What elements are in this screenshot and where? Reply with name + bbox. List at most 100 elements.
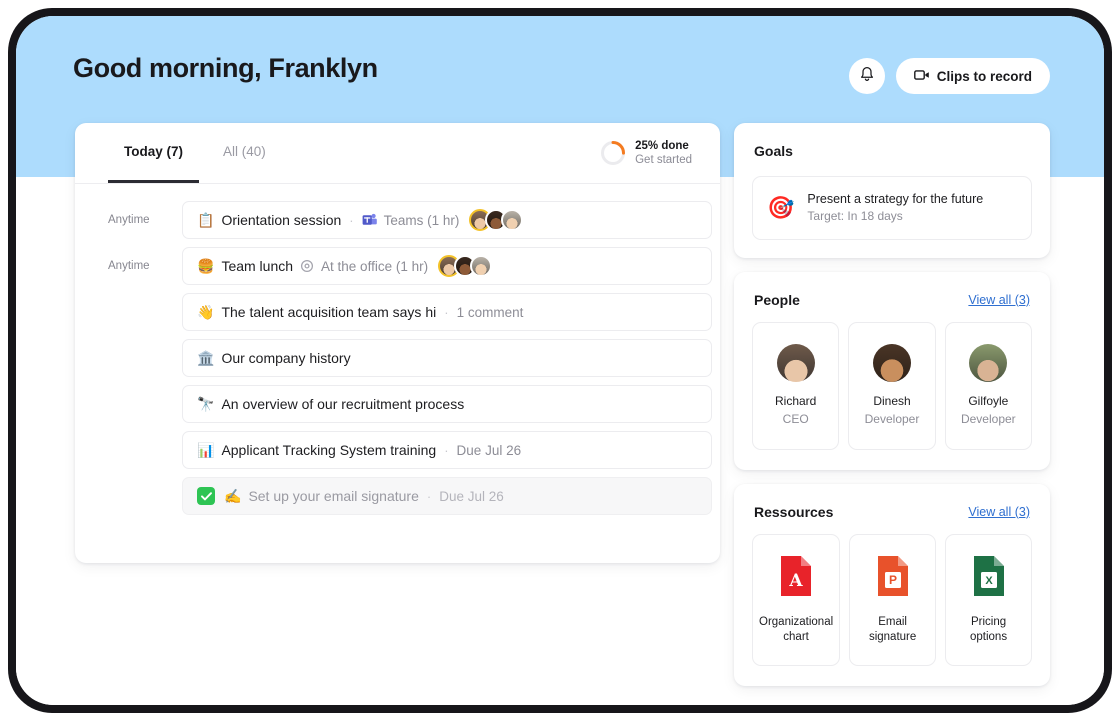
resource-tile[interactable]: X Pricing options xyxy=(945,533,1032,666)
person-name: Dinesh xyxy=(873,393,911,408)
tab-all[interactable]: All (40) xyxy=(207,123,282,183)
task-meta: 1 comment xyxy=(456,304,524,320)
task-meta: At the office (1 hr) xyxy=(321,258,429,274)
main-content: Today (7) All (40) 25% done Get started … xyxy=(16,16,1104,705)
task-row[interactable]: ✍️ Set up your email signature · Due Jul 26 xyxy=(182,477,712,515)
task-title: An overview of our recruitment process xyxy=(221,396,465,412)
avatar xyxy=(969,343,1008,382)
resource-name: Organizational chart xyxy=(759,615,834,644)
task-title: Orientation session xyxy=(221,212,342,228)
task-meta: Teams (1 hr) xyxy=(383,212,460,228)
progress-text: 25% done Get started xyxy=(635,139,692,168)
goal-item[interactable]: 🎯 Present a strategy for the future Targ… xyxy=(752,176,1032,240)
task-avatar-group xyxy=(438,255,493,277)
excel-file-icon: X xyxy=(970,554,1008,603)
people-card: People View all (3) Richard CEO Dinesh D… xyxy=(734,271,1050,470)
progress-donut-icon xyxy=(600,140,626,166)
people-tiles: Richard CEO Dinesh Developer Gilfoyle De… xyxy=(734,308,1050,470)
pdf-file-icon: A xyxy=(777,554,815,603)
task-meta: Due Jul 26 xyxy=(456,442,522,458)
tasks-card: Today (7) All (40) 25% done Get started … xyxy=(75,123,720,563)
avatar xyxy=(501,209,524,231)
task-row[interactable]: 🍔 Team lunch At the office (1 hr) xyxy=(182,247,712,285)
dart-target-emoji: 🎯 xyxy=(767,194,795,220)
task-line: ✍️ Set up your email signature · Due Jul 26 xyxy=(75,473,720,519)
resource-tile[interactable]: A Organizational chart xyxy=(752,533,841,666)
task-row[interactable]: 📋 Orientation session · Teams (1 hr) xyxy=(182,201,712,239)
progress-indicator: 25% done Get started xyxy=(600,139,700,168)
task-title: Our company history xyxy=(221,350,351,366)
people-view-all-link[interactable]: View all (3) xyxy=(968,293,1030,307)
svg-text:X: X xyxy=(985,575,993,587)
tab-today[interactable]: Today (7) xyxy=(108,123,200,183)
avatar xyxy=(470,255,493,277)
telescope-emoji: 🔭 xyxy=(197,396,215,412)
person-role: Developer xyxy=(864,411,920,426)
people-header: People View all (3) xyxy=(734,272,1050,308)
progress-percent: 25% done xyxy=(635,139,689,152)
avatar xyxy=(776,343,815,382)
task-row[interactable]: 🏛️ Our company history xyxy=(182,339,712,377)
resource-name: Email signature xyxy=(868,615,917,644)
location-pin-icon xyxy=(300,259,314,273)
svg-text:P: P xyxy=(889,573,897,587)
task-row[interactable]: 👋 The talent acquisition team says hi · 1 c… xyxy=(182,293,712,331)
people-title: People xyxy=(754,291,800,308)
task-title: Team lunch xyxy=(221,258,294,274)
goals-title: Goals xyxy=(754,143,793,159)
avatar xyxy=(872,343,911,382)
goal-texts: Present a strategy for the future Target… xyxy=(807,190,983,226)
tasks-column: Today (7) All (40) 25% done Get started … xyxy=(75,123,720,563)
waving-hand-emoji: 👋 xyxy=(197,304,215,320)
microsoft-teams-icon xyxy=(362,213,377,227)
task-title: The talent acquisition team says hi xyxy=(221,304,437,320)
resources-card: Ressources View all (3) A Organizational… xyxy=(734,483,1050,686)
task-row[interactable]: 🔭 An overview of our recruitment process xyxy=(182,385,712,423)
hamburger-emoji: 🍔 xyxy=(197,258,215,274)
goal-title: Present a strategy for the future xyxy=(807,192,984,206)
task-list: Anytime 📋 Orientation session · Teams (1 hr… xyxy=(75,184,720,519)
task-separator: · xyxy=(444,304,449,320)
task-meta: Due Jul 26 xyxy=(439,488,504,504)
app-screen: Good morning, Franklyn Clips to record T… xyxy=(16,16,1104,705)
person-name: Gilfoyle xyxy=(968,393,1009,408)
task-title: Applicant Tracking System training xyxy=(221,442,437,458)
task-avatar-group xyxy=(469,209,524,231)
task-separator: · xyxy=(426,488,432,504)
tabs-list: Today (7) All (40) xyxy=(108,123,282,183)
resource-tile[interactable]: P Email signature xyxy=(849,533,937,666)
writing-hand-emoji: ✍️ xyxy=(224,488,242,504)
goals-card: Goals 🎯 Present a strategy for the futur… xyxy=(734,123,1050,258)
task-line: 📊 Applicant Tracking System training · Due … xyxy=(75,427,720,473)
task-checkbox-checked[interactable] xyxy=(197,487,215,505)
person-tile[interactable]: Gilfoyle Developer xyxy=(944,321,1032,450)
task-time-label: Anytime xyxy=(108,214,150,226)
sidebar-column: Goals 🎯 Present a strategy for the futur… xyxy=(734,123,1050,686)
person-name: Richard xyxy=(774,393,817,408)
task-title: Set up your email signature xyxy=(248,488,419,504)
resources-view-all-link[interactable]: View all (3) xyxy=(968,505,1030,519)
powerpoint-file-icon: P xyxy=(874,554,912,603)
tasks-toolbar: Today (7) All (40) 25% done Get started xyxy=(75,123,720,184)
task-line: 👋 The talent acquisition team says hi · 1 c… xyxy=(75,289,720,335)
resources-header: Ressources View all (3) xyxy=(734,484,1050,520)
device-frame: Good morning, Franklyn Clips to record T… xyxy=(8,8,1112,713)
task-line: Anytime 📋 Orientation session · Teams (1 hr… xyxy=(75,197,720,243)
resources-title: Ressources xyxy=(754,503,834,520)
goal-target: Target: In 18 days xyxy=(807,209,903,224)
svg-text:A: A xyxy=(788,571,803,591)
person-tile[interactable]: Richard CEO xyxy=(752,321,840,450)
progress-subtitle: Get started xyxy=(635,154,692,166)
bar-chart-emoji: 📊 xyxy=(197,442,215,458)
task-line: 🏛️ Our company history xyxy=(75,335,720,381)
person-tile[interactable]: Dinesh Developer xyxy=(848,321,936,450)
task-separator: · xyxy=(444,442,449,458)
task-line: 🔭 An overview of our recruitment process xyxy=(75,381,720,427)
task-row[interactable]: 📊 Applicant Tracking System training · Due … xyxy=(182,431,712,469)
task-time-label: Anytime xyxy=(108,260,150,272)
classical-building-emoji: 🏛️ xyxy=(197,350,215,366)
resource-tiles: A Organizational chart P Email signature… xyxy=(734,520,1050,686)
clipboard-emoji: 📋 xyxy=(197,212,215,228)
goals-header: Goals xyxy=(734,123,1050,159)
task-separator: · xyxy=(349,212,354,228)
